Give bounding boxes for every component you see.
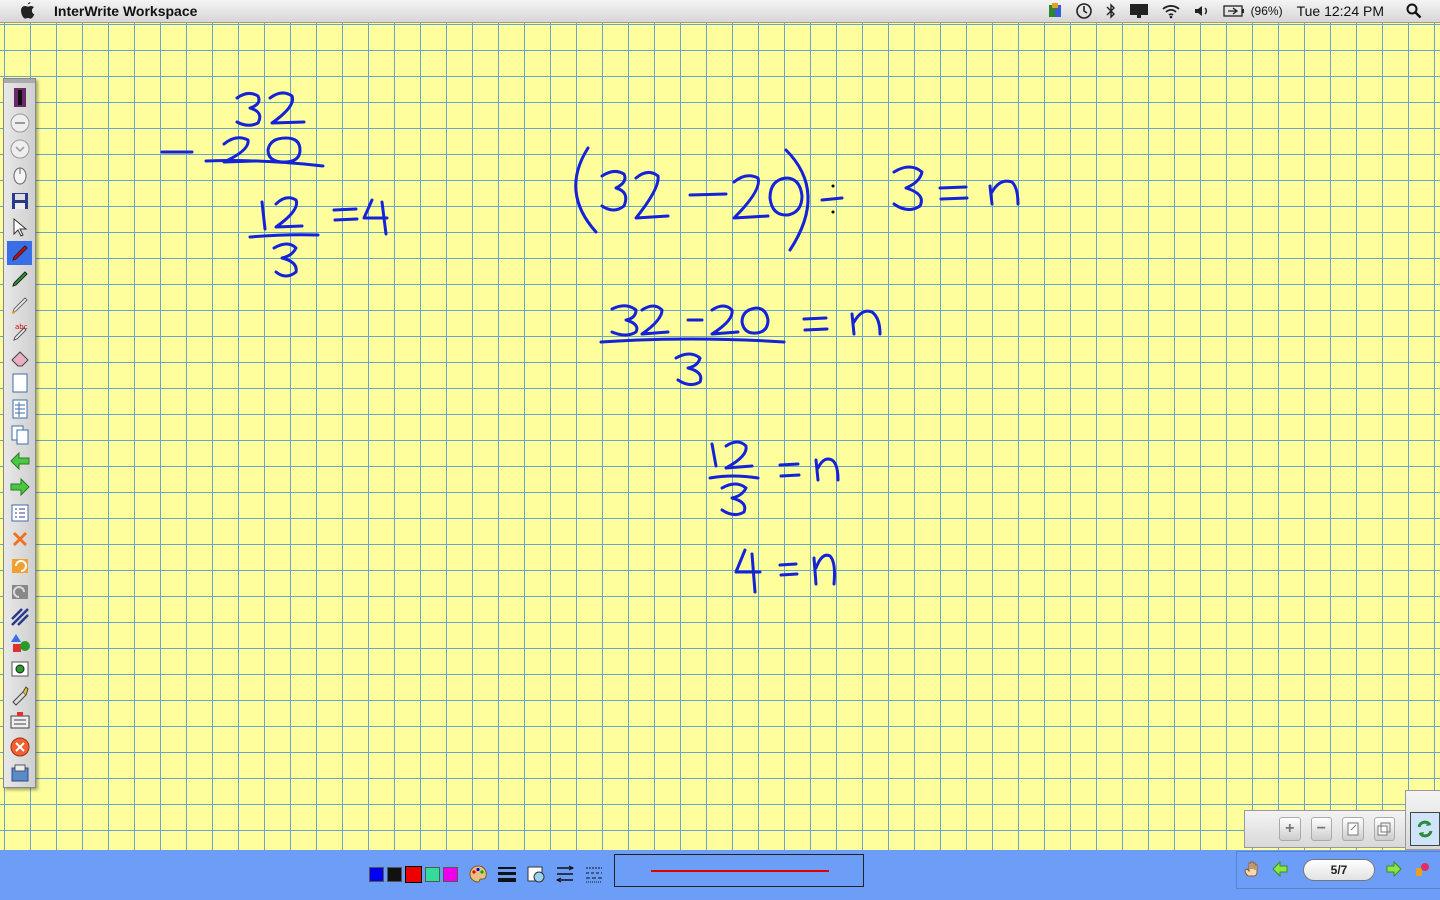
hand-icon[interactable] <box>1243 860 1261 878</box>
time-machine-icon[interactable] <box>1075 0 1093 22</box>
volume-icon[interactable] <box>1193 0 1211 22</box>
dash-style-icon[interactable] <box>582 862 606 886</box>
pattern-icon[interactable] <box>7 605 32 629</box>
line-style-icon[interactable] <box>553 862 577 886</box>
app-title[interactable]: InterWrite Workspace <box>54 3 197 19</box>
tool-icon[interactable] <box>1413 860 1431 878</box>
page-indicator[interactable]: 5/7 <box>1303 859 1375 881</box>
zoom-in-icon[interactable]: + <box>1279 817 1301 841</box>
color-swatch-magenta[interactable] <box>443 866 458 882</box>
redo-icon[interactable] <box>7 579 32 603</box>
display-icon[interactable] <box>1129 0 1149 22</box>
ink-subtraction <box>160 91 389 278</box>
zoom-out-icon[interactable]: − <box>1310 817 1332 841</box>
mouse-icon[interactable] <box>7 163 32 187</box>
screen-capture-icon[interactable] <box>7 657 32 681</box>
handwritten-ink <box>160 91 1020 594</box>
app-status-icon[interactable] <box>1047 0 1063 22</box>
battery-icon[interactable] <box>1222 0 1245 22</box>
window-icon[interactable] <box>1373 817 1395 841</box>
line-preview-stroke <box>651 870 829 872</box>
next-page-icon[interactable] <box>1385 860 1403 878</box>
zoom-controls: + − <box>1244 810 1406 848</box>
marker-icon[interactable] <box>7 293 32 317</box>
select-arrow-icon[interactable] <box>7 215 32 239</box>
spotlight-search-icon[interactable] <box>1406 0 1422 22</box>
text-recognition-icon[interactable]: abc <box>7 319 32 343</box>
copy-page-icon[interactable] <box>7 423 32 447</box>
previous-page-icon[interactable] <box>7 449 32 473</box>
palette-icon[interactable] <box>466 862 490 886</box>
color-swatches <box>369 862 606 886</box>
page-icon[interactable] <box>1342 817 1364 841</box>
shapes-icon[interactable] <box>7 631 32 655</box>
circle-button-1-icon[interactable] <box>7 111 32 135</box>
line-preview[interactable] <box>614 854 864 887</box>
highlighter-icon[interactable] <box>7 267 32 291</box>
page-template-icon[interactable] <box>7 397 32 421</box>
close-icon[interactable] <box>7 735 32 759</box>
bluetooth-icon[interactable] <box>1105 0 1117 22</box>
circle-button-2-icon[interactable] <box>7 137 32 161</box>
menu-bar: InterWrite Workspace (96%) Tue 12:24 PM <box>0 0 1440 23</box>
next-page-icon[interactable] <box>7 475 32 499</box>
color-swatch-green[interactable] <box>425 866 440 882</box>
ink-equation <box>574 146 1020 594</box>
pointer-tool-icon[interactable] <box>7 683 32 707</box>
eraser-icon[interactable] <box>7 345 32 369</box>
menu-clock[interactable]: Tue 12:24 PM <box>1297 0 1384 22</box>
previous-page-icon[interactable] <box>1271 860 1289 878</box>
tool-palette: abc <box>3 78 36 788</box>
save-icon[interactable] <box>7 189 32 213</box>
battery-percent: (96%) <box>1250 4 1283 18</box>
pen-icon[interactable] <box>7 241 32 265</box>
keyboard-icon[interactable] <box>7 709 32 733</box>
line-width-icon[interactable] <box>495 862 519 886</box>
apple-icon[interactable] <box>18 1 38 21</box>
new-page-icon[interactable] <box>7 371 32 395</box>
refresh-icon[interactable] <box>1410 812 1440 846</box>
fill-icon[interactable] <box>524 862 548 886</box>
color-swatch-red[interactable] <box>405 865 422 883</box>
color-swatch-blue[interactable] <box>369 866 384 882</box>
page-sorter-icon[interactable] <box>7 501 32 525</box>
export-icon[interactable] <box>7 761 32 785</box>
page-navigator: 5/7 <box>1236 851 1440 889</box>
delete-icon[interactable] <box>7 527 32 551</box>
whiteboard-canvas[interactable] <box>0 22 1440 850</box>
wifi-icon[interactable] <box>1161 0 1181 22</box>
pen-toolbar-icon[interactable] <box>7 85 32 109</box>
color-swatch-black[interactable] <box>387 866 402 882</box>
undo-icon[interactable] <box>7 553 32 577</box>
palette-grip[interactable] <box>4 79 35 83</box>
